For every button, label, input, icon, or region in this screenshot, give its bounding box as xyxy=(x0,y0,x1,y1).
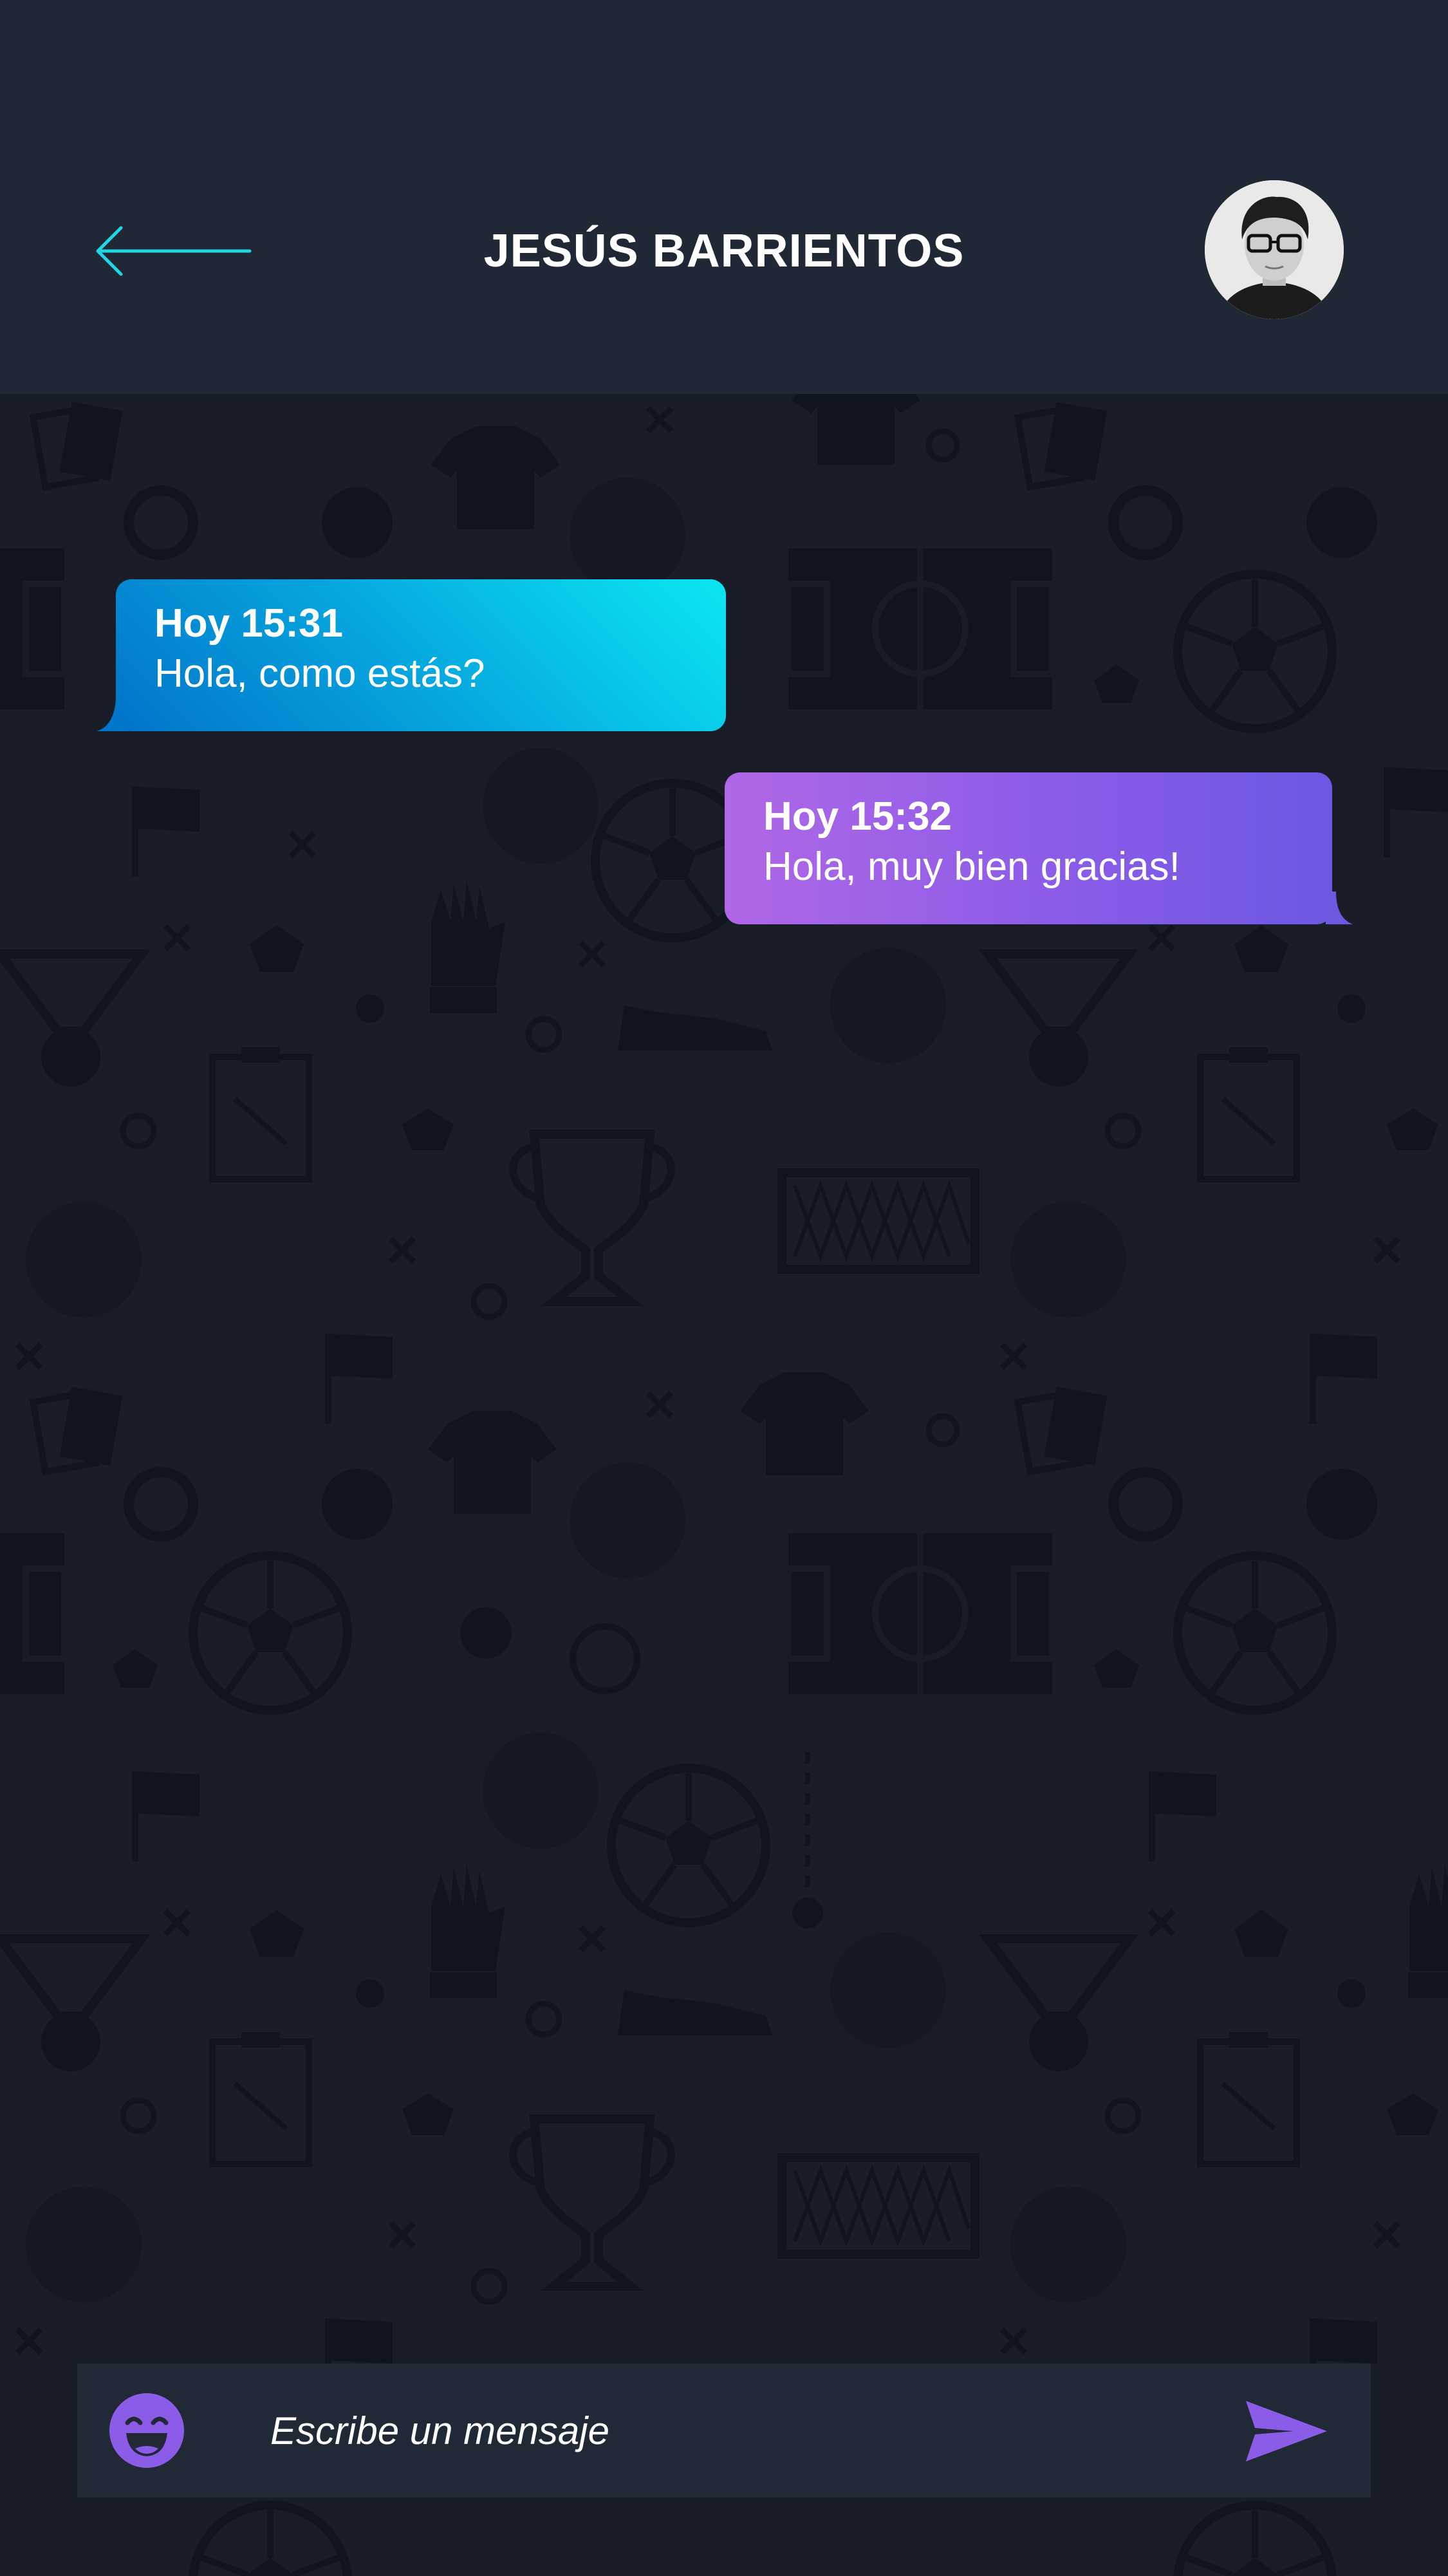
emoji-icon xyxy=(109,2393,184,2468)
chat-header: JESÚS BARRIENTOS xyxy=(0,0,1448,394)
send-icon xyxy=(1246,2401,1327,2461)
message-composer xyxy=(77,2364,1371,2497)
message-text: Hola, muy bien gracias! xyxy=(763,845,1180,889)
message-text: Hola, como estás? xyxy=(154,651,485,696)
contact-avatar[interactable] xyxy=(1205,180,1344,319)
message-time: Hoy 15:32 xyxy=(763,794,952,839)
outgoing-message-bubble[interactable]: Hoy 15:32 Hola, muy bien gracias! xyxy=(725,772,1332,924)
send-button[interactable] xyxy=(1242,2396,1332,2467)
arrow-left-icon xyxy=(96,226,252,276)
incoming-message-bubble[interactable]: Hoy 15:31 Hola, como estás? xyxy=(116,579,726,731)
back-button[interactable] xyxy=(90,219,257,283)
message-time: Hoy 15:31 xyxy=(154,601,343,646)
emoji-button[interactable] xyxy=(109,2393,184,2468)
message-input[interactable] xyxy=(270,2392,1236,2469)
